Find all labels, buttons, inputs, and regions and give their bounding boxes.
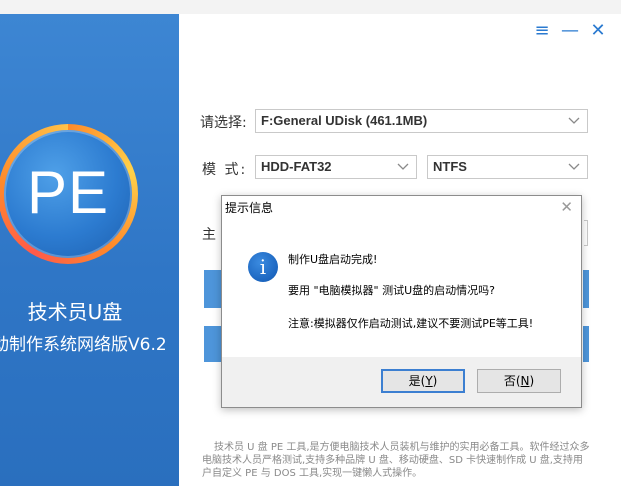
yes-button[interactable]: 是(Y) xyxy=(381,369,465,393)
main-field-edge xyxy=(584,220,588,246)
drive-select-label: 请选择: xyxy=(200,115,247,131)
brand-subtitle: 动制作系统网络版V6.2 xyxy=(0,335,167,355)
sidebar: PE 技术员U盘 动制作系统网络版V6.2 xyxy=(0,14,179,486)
menu-icon[interactable]: ≡ xyxy=(531,20,553,41)
secondary-button-edge xyxy=(583,326,589,362)
brand-name: 技术员U盘 xyxy=(27,300,123,324)
main-label: 主 xyxy=(202,227,216,243)
message-dialog: 提示信息 ✕ i 制作U盘启动完成! 要用 "电脑模拟器" 测试U盘的启动情况吗… xyxy=(221,195,582,408)
dialog-message-line1: 制作U盘启动完成! xyxy=(288,253,378,266)
mode-select-value: HDD-FAT32 xyxy=(261,159,332,174)
pe-logo: PE xyxy=(0,124,138,264)
no-button-key: N xyxy=(520,374,530,388)
minimize-icon[interactable]: — xyxy=(559,20,581,41)
yes-button-key: Y xyxy=(425,374,433,388)
pe-logo-inner: PE xyxy=(4,130,132,258)
drive-select[interactable]: F:General UDisk (461.1MB) xyxy=(255,109,588,133)
footer-description: 技术员 U 盘 PE 工具,是方便电脑技术人员装机与维护的实用必备工具。软件经过… xyxy=(202,442,590,479)
mode-select[interactable]: HDD-FAT32 xyxy=(255,155,417,179)
mode-label: 模 式: xyxy=(202,162,248,178)
no-button[interactable]: 否(N) xyxy=(477,369,561,393)
chevron-down-icon xyxy=(568,163,580,170)
chevron-down-icon xyxy=(397,163,409,170)
drive-select-value: F:General UDisk (461.1MB) xyxy=(261,113,428,128)
filesystem-select[interactable]: NTFS xyxy=(427,155,588,179)
pe-logo-text: PE xyxy=(26,159,110,226)
dialog-message-line3: 注意:模拟器仅作启动测试,建议不要测试PE等工具! xyxy=(288,317,534,330)
chevron-down-icon xyxy=(568,117,580,124)
yes-button-label: 是 xyxy=(408,374,421,388)
start-button-edge xyxy=(583,270,589,308)
dialog-button-bar: 是(Y) 否(N) xyxy=(222,357,581,407)
dialog-message-line2: 要用 "电脑模拟器" 测试U盘的启动情况吗? xyxy=(288,284,496,297)
window-controls: ≡ — ✕ xyxy=(531,20,609,41)
filesystem-select-value: NTFS xyxy=(433,159,467,174)
dialog-title: 提示信息 xyxy=(225,201,274,215)
no-button-label: 否 xyxy=(503,374,516,388)
dialog-close-icon[interactable]: ✕ xyxy=(560,198,573,216)
app-window: PE 技术员U盘 动制作系统网络版V6.2 ≡ — ✕ 请选择: F:Gener… xyxy=(0,0,621,486)
window-top-edge xyxy=(0,0,621,14)
close-icon[interactable]: ✕ xyxy=(587,20,609,41)
info-icon: i xyxy=(248,252,278,282)
